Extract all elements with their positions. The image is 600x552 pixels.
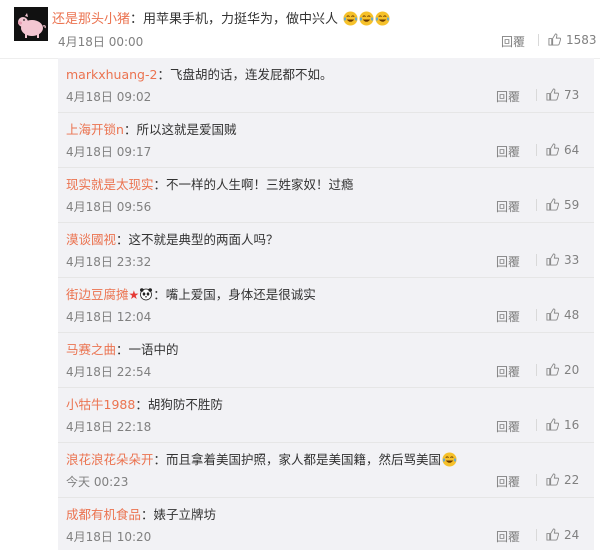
replies-panel: markxhuang-2：飞盘胡的话，连发屁都不如。 4月18日 09:02 回… bbox=[58, 58, 594, 550]
like-count: 22 bbox=[564, 473, 580, 487]
like-count: 20 bbox=[564, 363, 580, 377]
like-count: 64 bbox=[564, 143, 580, 157]
reply-time: 4月18日 22:18 bbox=[66, 420, 152, 434]
reply-text: ：飞盘胡的话，连发屁都不如。 bbox=[157, 67, 333, 82]
reply-username[interactable]: 街边豆腐摊 bbox=[66, 287, 129, 302]
like-count: 24 bbox=[564, 528, 580, 542]
reply-button[interactable]: 回覆 bbox=[496, 528, 520, 545]
like-button[interactable]: 48 bbox=[546, 308, 579, 322]
reply-time: 4月18日 22:54 bbox=[66, 365, 152, 379]
reply-button[interactable]: 回覆 bbox=[496, 363, 520, 380]
main-comment-username[interactable]: 还是那头小猪 bbox=[52, 12, 130, 27]
thumbs-up-icon bbox=[546, 363, 559, 376]
reply-time: 4月18日 10:20 bbox=[66, 530, 152, 544]
laugh-cry-emoji-icon bbox=[359, 11, 374, 26]
thumbs-up-icon bbox=[546, 253, 559, 266]
reply-text: ：胡狗防不胜防 bbox=[135, 397, 223, 412]
laugh-cry-emoji-icon bbox=[442, 452, 457, 467]
reply-username[interactable]: 马赛之曲 bbox=[66, 342, 116, 357]
reply-username[interactable]: 上海开锁n bbox=[66, 122, 124, 137]
reply-time: 4月18日 09:56 bbox=[66, 200, 152, 214]
reply-text: ：而且拿着美国护照，家人都是美国籍，然后骂美国 bbox=[153, 452, 442, 467]
divider bbox=[536, 144, 537, 156]
reply-username[interactable]: 小牯牛1988 bbox=[66, 397, 135, 412]
like-button[interactable]: 64 bbox=[546, 143, 579, 157]
like-button[interactable]: 33 bbox=[546, 253, 579, 267]
reply-username[interactable]: 漠谈國视 bbox=[66, 232, 116, 247]
thumbs-up-icon bbox=[546, 418, 559, 431]
reply-button[interactable]: 回覆 bbox=[501, 33, 525, 50]
reply-username[interactable]: 成都有机食品 bbox=[66, 507, 141, 522]
pig-avatar-icon[interactable] bbox=[14, 7, 48, 41]
like-count: 16 bbox=[564, 418, 580, 432]
reply-button[interactable]: 回覆 bbox=[496, 88, 520, 105]
divider bbox=[538, 34, 539, 46]
reply-item: 漠谈國视：这不就是典型的两面人吗？ 4月18日 23:32 回覆 33 bbox=[58, 223, 594, 278]
main-comment: 还是那头小猪：用苹果手机，力挺华为，做中兴人 4月18日 00:00 回覆 15… bbox=[0, 0, 600, 59]
like-button[interactable]: 24 bbox=[546, 528, 579, 542]
main-comment-content: ：用苹果手机，力挺华为，做中兴人 bbox=[130, 12, 339, 27]
reply-time: 4月18日 09:17 bbox=[66, 145, 152, 159]
like-count: 33 bbox=[564, 253, 580, 267]
like-count: 1583 bbox=[566, 33, 597, 47]
reply-username[interactable]: markxhuang-2 bbox=[66, 67, 157, 82]
reply-item: 小牯牛1988：胡狗防不胜防 4月18日 22:18 回覆 16 bbox=[58, 388, 594, 443]
divider bbox=[536, 309, 537, 321]
reply-button[interactable]: 回覆 bbox=[496, 198, 520, 215]
laugh-cry-emoji-icon bbox=[343, 11, 358, 26]
reply-button[interactable]: 回覆 bbox=[496, 473, 520, 490]
reply-text: ：一语中的 bbox=[116, 342, 179, 357]
thumbs-up-icon bbox=[546, 143, 559, 156]
reply-item: 成都有机食品：婊子立牌坊 4月18日 10:20 回覆 24 bbox=[58, 498, 594, 552]
like-count: 59 bbox=[564, 198, 580, 212]
thumbs-up-icon bbox=[546, 198, 559, 211]
thumbs-up-icon bbox=[546, 308, 559, 321]
star-badge-icon: ★ bbox=[128, 288, 140, 302]
like-button[interactable]: 59 bbox=[546, 198, 579, 212]
divider bbox=[536, 199, 537, 211]
reply-item: 街边豆腐摊★ ：嘴上爱国，身体还是很诚实 4月18日 12:04 回覆 48 bbox=[58, 278, 594, 333]
reply-time: 4月18日 09:02 bbox=[66, 90, 152, 104]
reply-text: ：婊子立牌坊 bbox=[141, 507, 217, 522]
thumbs-up-icon bbox=[546, 473, 559, 486]
reply-text: ：这不就是典型的两面人吗？ bbox=[116, 232, 279, 247]
main-comment-time: 4月18日 00:00 bbox=[58, 35, 144, 49]
thumbs-up-icon bbox=[546, 528, 559, 541]
reply-item: 现实就是太现实：不一样的人生啊！三姓家奴！过瘾 4月18日 09:56 回覆 5… bbox=[58, 168, 594, 223]
reply-item: 马赛之曲：一语中的 4月18日 22:54 回覆 20 bbox=[58, 333, 594, 388]
reply-time: 4月18日 23:32 bbox=[66, 255, 152, 269]
like-button[interactable]: 73 bbox=[546, 88, 579, 102]
reply-time: 4月18日 12:04 bbox=[66, 310, 152, 324]
divider bbox=[536, 364, 537, 376]
like-button[interactable]: 22 bbox=[546, 473, 579, 487]
main-comment-text: 还是那头小猪：用苹果手机，力挺华为，做中兴人 bbox=[52, 8, 390, 27]
like-button[interactable]: 20 bbox=[546, 363, 579, 377]
thumbs-up-icon bbox=[548, 33, 561, 46]
reply-item: 浪花浪花朵朵开：而且拿着美国护照，家人都是美国籍，然后骂美国 今天 00:23 … bbox=[58, 443, 594, 498]
reply-button[interactable]: 回覆 bbox=[496, 418, 520, 435]
laugh-cry-emoji-icon bbox=[375, 11, 390, 26]
reply-text: ：不一样的人生啊！三姓家奴！过瘾 bbox=[153, 177, 354, 192]
reply-item: markxhuang-2：飞盘胡的话，连发屁都不如。 4月18日 09:02 回… bbox=[58, 58, 594, 113]
reply-text: ：嘴上爱国，身体还是很诚实 bbox=[153, 287, 316, 302]
reply-button[interactable]: 回覆 bbox=[496, 308, 520, 325]
reply-text: ：所以这就是爱国贼 bbox=[123, 122, 237, 137]
reply-item: 上海开锁n：所以这就是爱国贼 4月18日 09:17 回覆 64 bbox=[58, 113, 594, 168]
reply-time: 今天 00:23 bbox=[66, 475, 129, 489]
reply-button[interactable]: 回覆 bbox=[496, 253, 520, 270]
reply-button[interactable]: 回覆 bbox=[496, 143, 520, 160]
like-button[interactable]: 16 bbox=[546, 418, 579, 432]
divider bbox=[536, 419, 537, 431]
reply-username[interactable]: 浪花浪花朵朵开 bbox=[66, 452, 154, 467]
divider bbox=[536, 474, 537, 486]
panda-badge-icon bbox=[140, 288, 153, 301]
divider bbox=[536, 89, 537, 101]
like-button[interactable]: 1583 bbox=[548, 33, 597, 47]
divider bbox=[536, 254, 537, 266]
reply-username[interactable]: 现实就是太现实 bbox=[66, 177, 154, 192]
thumbs-up-icon bbox=[546, 88, 559, 101]
like-count: 48 bbox=[564, 308, 580, 322]
divider bbox=[536, 529, 537, 541]
like-count: 73 bbox=[564, 88, 580, 102]
